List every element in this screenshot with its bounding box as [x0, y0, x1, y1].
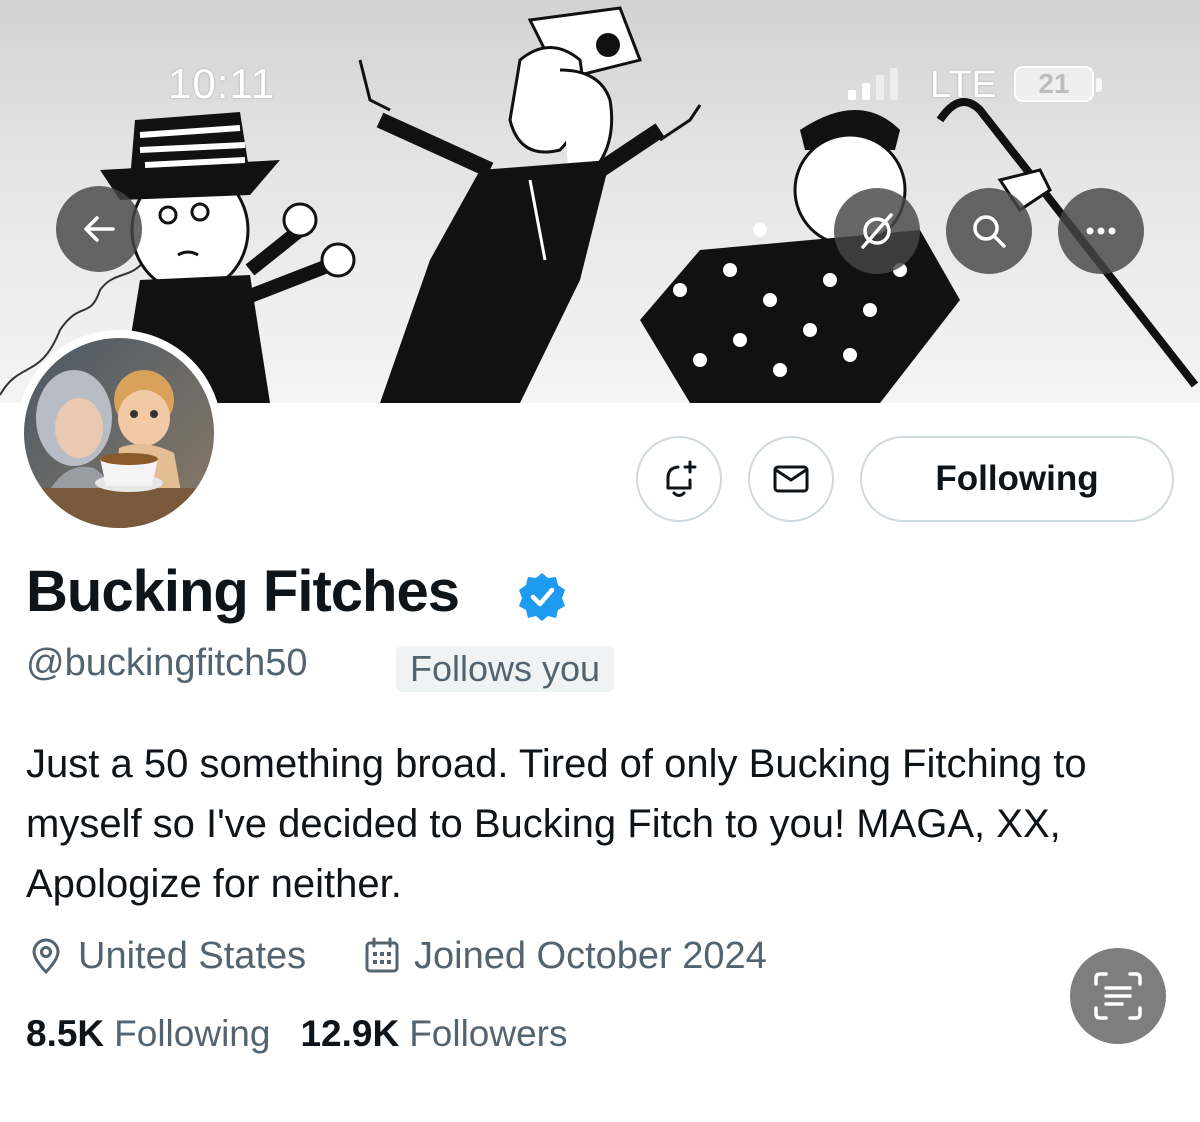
cartoon-dancer-icon: [358, 6, 702, 403]
grok-icon: [861, 213, 893, 249]
live-text-button[interactable]: [1070, 948, 1166, 1044]
followers-stat[interactable]: 12.9K Followers: [300, 1013, 567, 1055]
network-type: LTE: [930, 64, 997, 106]
live-text-icon: [1094, 972, 1142, 1020]
followers-count: 12.9K: [300, 1013, 400, 1054]
notifications-button[interactable]: [636, 436, 722, 522]
handle: @buckingfitch50: [26, 642, 308, 684]
arrow-left-icon: [84, 216, 115, 242]
battery-indicator: 21: [1014, 66, 1094, 102]
status-time: 10:11: [168, 60, 275, 107]
location: United States: [26, 932, 306, 980]
bell-plus-icon: [666, 460, 697, 497]
join-date-text: Joined October 2024: [414, 934, 767, 977]
battery-tip: [1096, 78, 1102, 92]
back-button[interactable]: [56, 186, 142, 272]
follows-you-badge: Follows you: [396, 646, 615, 692]
profile-bio: Just a 50 something broad. Tired of only…: [26, 742, 1087, 906]
verified-badge-icon: [519, 573, 565, 621]
message-button[interactable]: [748, 436, 834, 522]
followers-label: Followers: [409, 1013, 568, 1054]
signal-strength-icon: [848, 68, 898, 100]
location-text: United States: [78, 934, 307, 977]
profile-avatar[interactable]: [16, 330, 222, 536]
search-icon: [973, 215, 1006, 248]
more-button[interactable]: [1058, 188, 1144, 274]
following-count: 8.5K: [26, 1013, 105, 1054]
follow-stats: 8.5K Following 12.9K Followers: [26, 1013, 568, 1055]
location-pin-icon: [32, 938, 60, 975]
search-button[interactable]: [946, 188, 1032, 274]
display-name: Bucking Fitches: [26, 559, 460, 624]
calendar-icon: [365, 937, 399, 973]
envelope-icon: [773, 465, 809, 493]
following-stat[interactable]: 8.5K Following: [26, 1013, 270, 1055]
join-date: Joined October 2024: [362, 932, 767, 980]
more-icon: [1086, 227, 1116, 235]
profile-banner[interactable]: 10:11 LTE 21: [0, 0, 1200, 403]
following-label: Following: [114, 1013, 271, 1054]
grok-button[interactable]: [834, 188, 920, 274]
avatar-image: [24, 338, 214, 528]
following-button[interactable]: Following: [860, 436, 1174, 522]
